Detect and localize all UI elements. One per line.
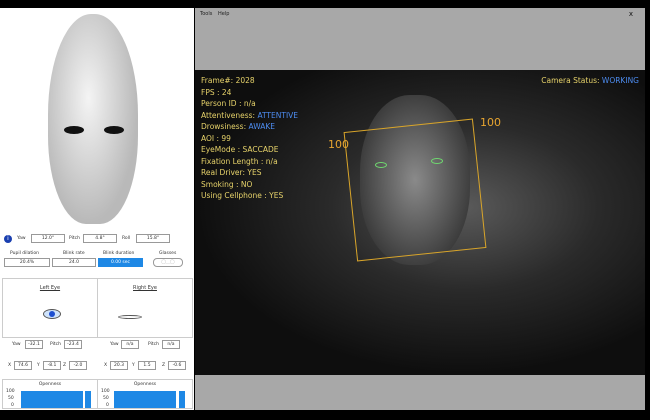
right-eye-yaw-label: Yaw (110, 342, 119, 347)
roll-value: 15.8° (136, 234, 170, 243)
using-cellphone: Using Cellphone : YES (201, 191, 284, 200)
yaw-label: Yaw (17, 236, 26, 241)
blink-rate-value: 24.0 (52, 258, 96, 267)
right-eye-panel: Right Eye (97, 278, 193, 338)
openness-area (179, 391, 185, 408)
right-eye-pitch-label: Pitch (148, 342, 159, 347)
attentiveness-value: ATTENTIVE (257, 110, 299, 120)
openness-area (114, 391, 176, 408)
fixation-length: Fixation Length : n/a (201, 156, 278, 166)
left-eye-x: 74.6 (14, 361, 32, 370)
eye-mode: EyeMode : SACCADE (201, 145, 279, 154)
aoi: AOI : 99 (201, 133, 231, 143)
right-eye-x-label: X (104, 363, 108, 368)
left-eye-panel: Left Eye (2, 278, 98, 338)
right-eye-pitch: n/a (162, 340, 180, 349)
eye-closed-icon (118, 315, 142, 319)
head-eye-right (104, 126, 124, 134)
blink-duration-value: 0.00 sec (98, 258, 143, 267)
pupil-value: 20.4% (4, 258, 50, 267)
left-eye-yaw: -32.1 (25, 340, 43, 349)
driver-monitor-panel: i Yaw 12.0° Pitch 4.8° Roll 15.8° Pupil … (0, 8, 194, 410)
yaw-value: 12.0° (31, 234, 65, 243)
right-eye-x: 20.3 (110, 361, 128, 370)
camera-status-label: Camera Status: (541, 76, 600, 85)
pupil-label: Pupil dilation (10, 251, 40, 256)
tick-100: 100 (101, 389, 110, 394)
pitch-label: Pitch (69, 236, 80, 241)
roll-label: Roll (122, 236, 131, 241)
close-button[interactable]: x (629, 10, 633, 18)
glasses-label: Glasses (159, 251, 177, 256)
left-eye-y: -8.1 (43, 361, 61, 370)
fps: FPS : 24 (201, 87, 232, 97)
right-eye-y-label: Y (132, 363, 135, 368)
tick-100: 100 (6, 389, 15, 394)
eye-open-icon (43, 309, 61, 319)
camera-feed: Frame#: 2028 FPS : 24 Person ID : n/a At… (195, 70, 645, 375)
face-bounding-box (343, 118, 487, 262)
left-eye-pitch: -23.4 (64, 340, 82, 349)
face-box-left-label: 100 (328, 138, 349, 151)
camera-status-value: WORKING (601, 76, 639, 85)
left-eye-pitch-label: Pitch (50, 342, 61, 347)
tick-50: 50 (8, 396, 14, 401)
right-eye-title: Right Eye (133, 285, 157, 291)
glasses-icon: ◯‿◯ (153, 258, 183, 267)
openness-area (21, 391, 83, 408)
video-window: Tools Help x Frame#: 2028 FPS : 24 Perso… (195, 8, 645, 410)
tick-0: 0 (106, 403, 109, 408)
head-eye-left (64, 126, 84, 134)
right-eye-z: -0.6 (168, 361, 186, 370)
blink-duration-label: Blink duration (103, 251, 135, 256)
info-icon[interactable]: i (4, 235, 12, 243)
face-box-right-label: 100 (480, 116, 501, 129)
right-eye-y: 1.5 (138, 361, 156, 370)
left-eye-y-label: Y (37, 363, 40, 368)
drowsiness-value: AWAKE (248, 122, 276, 131)
eye-tracker-left (375, 162, 387, 168)
left-eye-z-label: Z (63, 363, 67, 368)
menu-tools[interactable]: Tools (200, 11, 212, 17)
left-eye-title: Left Eye (39, 285, 61, 291)
left-openness-title: Openness (38, 382, 62, 387)
menu-help[interactable]: Help (218, 11, 229, 17)
left-eye-yaw-label: Yaw (12, 342, 21, 347)
drowsiness-label: Drowsiness: (201, 122, 247, 131)
right-eye-z-label: Z (162, 363, 166, 368)
eye-tracker-right (431, 158, 443, 164)
pitch-value: 4.8° (83, 234, 117, 243)
left-eye-x-label: X (8, 363, 12, 368)
3d-head-model (48, 14, 138, 224)
left-eye-z: -2.0 (69, 361, 87, 370)
frame-number: Frame#: 2028 (201, 76, 255, 85)
openness-area (85, 391, 91, 408)
right-openness-title: Openness (133, 382, 157, 387)
attentiveness-label: Attentiveness: (201, 110, 256, 120)
right-openness-chart: Openness 100 50 0 (97, 379, 193, 409)
tick-0: 0 (11, 403, 14, 408)
smoking: Smoking : NO (201, 179, 253, 189)
blink-rate-label: Blink rate (63, 251, 85, 256)
tick-50: 50 (103, 396, 109, 401)
real-driver: Real Driver: YES (201, 168, 262, 177)
person-id: Person ID : n/a (201, 99, 256, 108)
left-openness-chart: Openness 100 50 0 (2, 379, 98, 409)
right-eye-yaw: n/a (121, 340, 139, 349)
